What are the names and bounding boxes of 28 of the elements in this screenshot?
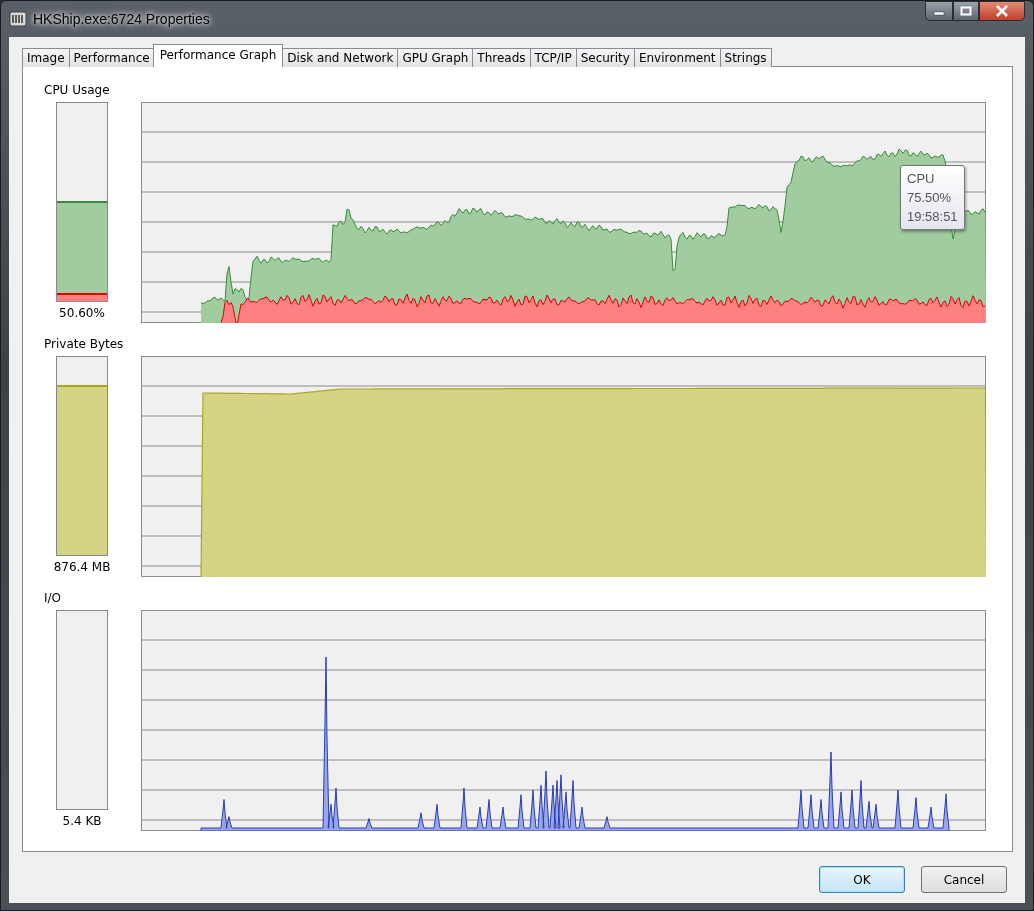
section-label: I/O [44, 590, 62, 605]
meter-reading: 50.60% [59, 305, 105, 322]
tab[interactable]: Environment [633, 48, 721, 67]
meter-reading: 876.4 MB [53, 559, 111, 576]
tab[interactable]: Disk and Network [282, 48, 399, 67]
tab[interactable]: Image [22, 48, 70, 67]
window-title: HKShip.exe:6724 Properties [33, 9, 210, 29]
tab[interactable]: TCP/IP [529, 48, 577, 67]
close-button[interactable] [979, 1, 1025, 21]
tab[interactable]: Strings [719, 48, 772, 67]
meter-reading: 5.4 KB [62, 813, 102, 830]
app-icon [9, 10, 27, 28]
tab[interactable]: GPU Graph [397, 48, 474, 67]
tooltip-text: 19:58:51 [907, 208, 958, 226]
maximize-button[interactable] [953, 1, 979, 21]
tab[interactable]: Performance [68, 48, 155, 67]
tab[interactable]: Performance Graph [152, 44, 284, 67]
close-icon [995, 5, 1009, 17]
tab[interactable]: Threads [472, 48, 531, 67]
ok-button[interactable]: OK [819, 866, 905, 893]
section-label: Private Bytes [44, 336, 124, 351]
cancel-button[interactable]: Cancel [921, 866, 1007, 893]
section-label: CPU Usage [44, 82, 110, 97]
maximize-icon [960, 6, 972, 16]
tooltip-text: 75.50% [907, 189, 953, 207]
tooltip-text: CPU [907, 170, 936, 188]
minimize-button[interactable] [925, 1, 953, 21]
tab[interactable]: Security [575, 48, 635, 67]
